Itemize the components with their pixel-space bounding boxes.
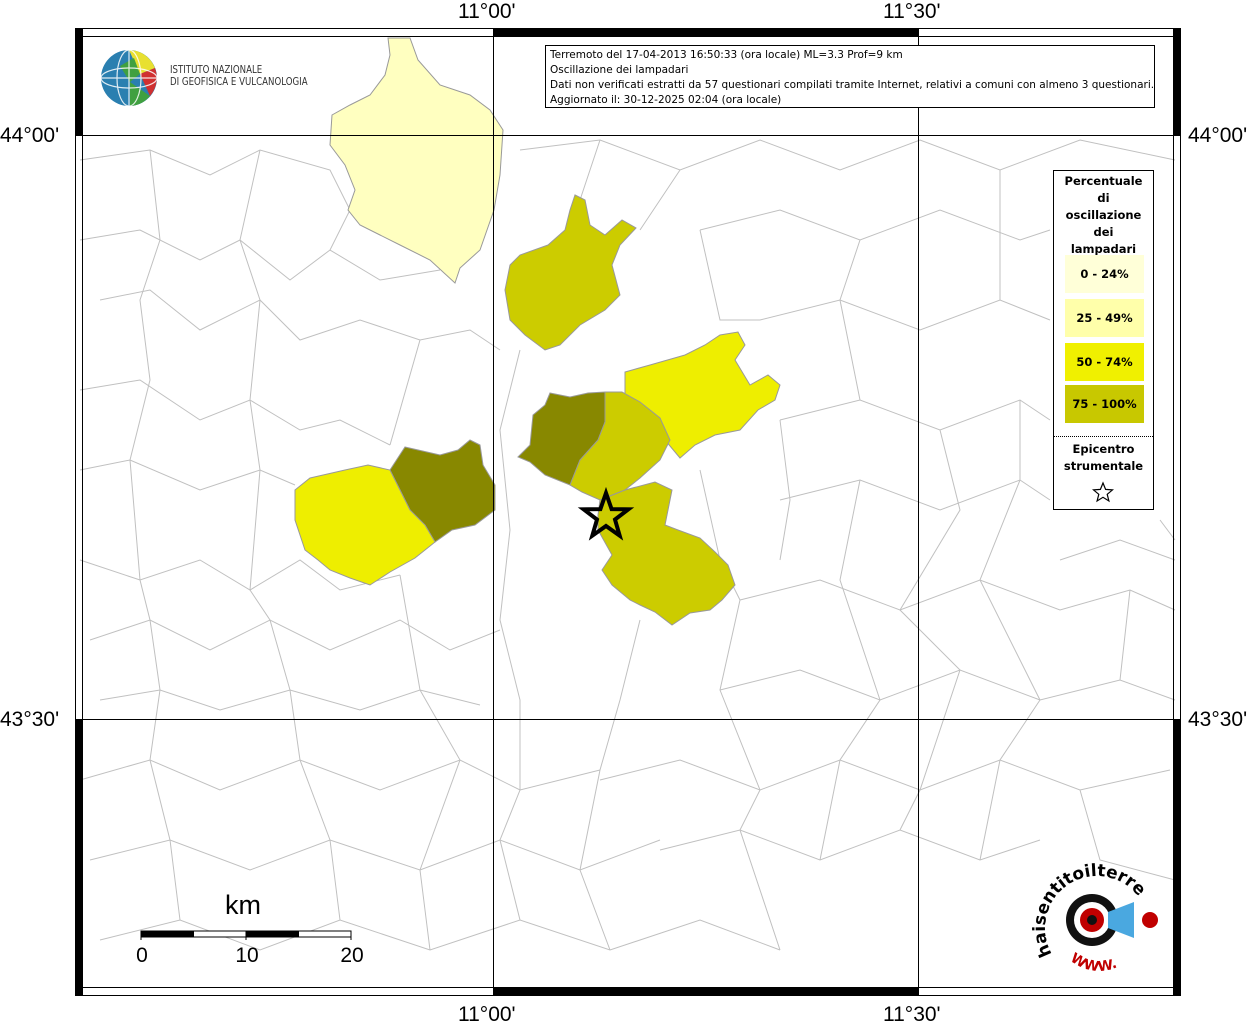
ingv-name-line1: ISTITUTO NAZIONALE <box>170 64 263 76</box>
legend-title: Percentuale di oscillazione dei lampadar… <box>1054 173 1153 258</box>
haisentitoilterremoto-logo: haisentitoilterremoto.it WWW. <box>1021 847 1175 987</box>
scale-tick-10: 10 <box>235 944 259 967</box>
scale-tick-0: 0 <box>136 944 148 967</box>
lat-label-left-1: 44°00' <box>0 124 60 147</box>
star-icon <box>1092 481 1114 503</box>
question-icon <box>1142 912 1158 928</box>
event-info-line1: Terremoto del 17-04-2013 16:50:33 (ora l… <box>550 49 903 61</box>
lat-label-right-1: 44°00' <box>1188 124 1248 147</box>
ingv-name: ISTITUTO NAZIONALE DI GEOFISICA E VULCAN… <box>170 64 308 88</box>
event-info-line4: Aggiornato il: 30-12-2025 02:04 (ora loc… <box>550 94 782 106</box>
legend-class-75-100: 75 - 100% <box>1065 385 1144 423</box>
lon-label-top-1: 11°00' <box>458 0 516 23</box>
haisentitoilterremoto-logo-graphic: haisentitoilterremoto.it WWW. <box>1021 847 1158 975</box>
lat-label-left-2: 43°30' <box>0 708 60 731</box>
lat-label-right-2: 43°30' <box>1188 708 1248 731</box>
event-info-line3: Dati non verificati estratti da 57 quest… <box>550 79 1155 91</box>
event-info-box: Terremoto del 17-04-2013 16:50:33 (ora l… <box>545 45 1155 108</box>
legend-class-50-74: 50 - 74% <box>1065 343 1144 381</box>
legend: Percentuale di oscillazione dei lampadar… <box>1053 170 1154 510</box>
lon-label-bottom-2: 11°30' <box>883 1003 941 1026</box>
scale-tick-20: 20 <box>340 944 364 967</box>
legend-title-line: Percentuale <box>1064 174 1143 188</box>
legend-class-25-49: 25 - 49% <box>1065 299 1144 337</box>
svg-text:WWW.: WWW. <box>1068 950 1119 975</box>
legend-title-line: di <box>1097 191 1110 205</box>
ingv-logo: ISTITUTO NAZIONALE DI GEOFISICA E VULCAN… <box>100 48 320 112</box>
legend-title-line: dei <box>1093 225 1114 239</box>
legend-epicenter-line: strumentale <box>1063 459 1144 473</box>
scale-unit: km <box>225 890 261 920</box>
legend-epicenter-label: Epicentro strumentale <box>1054 441 1153 475</box>
scale-bar: km 0 10 20 <box>130 890 380 970</box>
event-info-line2: Oscillazione dei lampadari <box>550 64 689 76</box>
legend-separator <box>1054 436 1153 437</box>
hst-logo-www: WWW. <box>1068 950 1119 975</box>
legend-title-line: oscillazione <box>1065 208 1142 222</box>
lon-label-top-2: 11°30' <box>883 0 941 23</box>
ingv-name-line2: DI GEOFISICA E VULCANOLOGIA <box>170 76 308 88</box>
legend-class-0-24: 0 - 24% <box>1065 255 1144 293</box>
globe-icon <box>100 49 158 107</box>
legend-epicenter-line: Epicentro <box>1072 442 1135 456</box>
lon-label-bottom-1: 11°00' <box>458 1003 516 1026</box>
